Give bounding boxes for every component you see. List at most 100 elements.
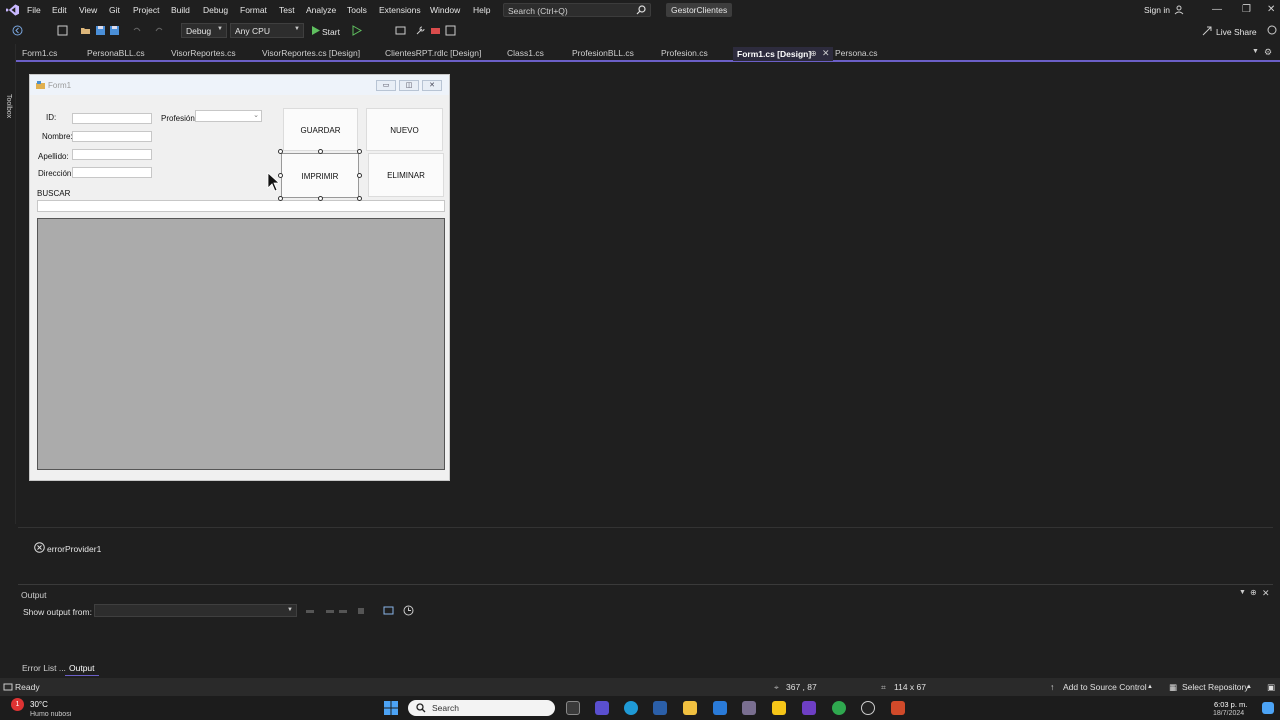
tab-visorreportes-cs[interactable]: VisorReportes.cs	[171, 48, 236, 58]
buscar-textbox[interactable]	[37, 200, 445, 212]
windows-start-icon[interactable]	[384, 701, 398, 715]
resize-handle[interactable]	[318, 196, 323, 201]
eliminar-button[interactable]: ELIMINAR	[368, 153, 444, 197]
start-button[interactable]: Start	[322, 27, 340, 37]
apellido-textbox[interactable]	[72, 149, 152, 160]
tab-profesionbll-cs[interactable]: ProfesionBLL.cs	[572, 48, 634, 58]
store-icon[interactable]	[653, 701, 667, 715]
media-player-icon[interactable]	[861, 701, 875, 715]
resize-handle[interactable]	[357, 149, 362, 154]
start-play-icon[interactable]	[310, 25, 321, 36]
mail-icon[interactable]	[713, 701, 727, 715]
solution-name-badge[interactable]: GestorClientes	[666, 3, 733, 17]
tab-form1-design[interactable]: Form1.cs [Design]	[733, 47, 833, 61]
restore-icon[interactable]: ❐	[1242, 4, 1251, 15]
menu-build[interactable]: Build	[171, 5, 190, 15]
redo-icon[interactable]	[154, 25, 165, 36]
copilot-icon[interactable]	[1262, 702, 1274, 714]
error-provider-component[interactable]: errorProvider1	[47, 544, 101, 554]
close-icon[interactable]: ✕	[1267, 4, 1275, 15]
search-input[interactable]: Search (Ctrl+Q)	[503, 3, 651, 17]
minimize-icon[interactable]: —	[1212, 4, 1222, 15]
form-close-icon[interactable]: ✕	[422, 80, 442, 91]
chrome-icon[interactable]	[832, 701, 846, 715]
navigate-back-icon[interactable]	[12, 25, 23, 36]
settings-gear-icon[interactable]: ⚙	[1264, 47, 1272, 58]
browse-icon[interactable]	[395, 25, 406, 36]
feedback-icon[interactable]	[1267, 25, 1278, 36]
tab-personabll-cs[interactable]: PersonaBLL.cs	[87, 48, 145, 58]
tab-visorreportes-design[interactable]: VisorReportes.cs [Design]	[262, 48, 360, 58]
form1-window[interactable]: Form1 ▭ ◫ ✕ ID: Nombre: Apellido: Direcc…	[29, 74, 450, 481]
save-all-icon[interactable]	[109, 25, 120, 36]
resize-handle[interactable]	[357, 173, 362, 178]
id-textbox[interactable]	[72, 113, 152, 124]
layout-icon[interactable]	[445, 25, 456, 36]
panel-close-icon[interactable]: ✕	[1262, 588, 1270, 599]
configuration-select[interactable]: Debug ▼	[181, 23, 227, 38]
menu-file[interactable]: File	[27, 5, 41, 15]
imprimir-button[interactable]: IMPRIMIR	[281, 153, 359, 198]
save-icon[interactable]	[95, 25, 106, 36]
tab-error-list[interactable]: Error List ...	[22, 663, 66, 673]
menu-debug[interactable]: Debug	[203, 5, 228, 15]
tab-list-dropdown-icon[interactable]: ▼	[1252, 48, 1259, 55]
form-maximize-icon[interactable]: ◫	[399, 80, 419, 91]
sign-in-link[interactable]: Sign in	[1144, 5, 1170, 15]
tab-clientesrpt-design[interactable]: ClientesRPT.rdlc [Design]	[385, 48, 481, 58]
data-grid-view[interactable]	[37, 218, 445, 470]
office-icon[interactable]	[891, 701, 905, 715]
tab-persona-cs[interactable]: Persona.cs	[835, 48, 878, 58]
menu-edit[interactable]: Edit	[52, 5, 67, 15]
tab-close-icon[interactable]: ✕	[822, 48, 830, 59]
weather-temp[interactable]: 30°C	[30, 700, 48, 709]
new-project-icon[interactable]	[57, 25, 68, 36]
notifications-icon[interactable]: ▣	[1267, 682, 1275, 693]
form-minimize-icon[interactable]: ▭	[376, 80, 396, 91]
resize-handle[interactable]	[278, 149, 283, 154]
platform-select[interactable]: Any CPU ▼	[230, 23, 304, 38]
app-icon[interactable]	[742, 701, 756, 715]
account-icon[interactable]	[1174, 5, 1184, 15]
weather-alert-badge[interactable]: 1	[11, 698, 24, 711]
taskbar-search[interactable]: Search	[408, 700, 555, 716]
tab-class1-cs[interactable]: Class1.cs	[507, 48, 544, 58]
tab-output[interactable]: Output	[65, 661, 99, 676]
live-share-icon[interactable]	[1202, 25, 1213, 36]
tab-form1-cs[interactable]: Form1.cs	[22, 48, 57, 58]
open-folder-icon[interactable]	[80, 25, 91, 36]
menu-project[interactable]: Project	[133, 5, 159, 15]
visual-studio-taskbar-icon[interactable]	[802, 701, 816, 715]
menu-extensions[interactable]: Extensions	[379, 5, 421, 15]
live-share-button[interactable]: Live Share	[1216, 27, 1257, 37]
resize-handle[interactable]	[278, 196, 283, 201]
visual-studio-logo-icon[interactable]	[6, 4, 19, 16]
start-without-debugging-icon[interactable]	[351, 25, 362, 36]
form-titlebar[interactable]: Form1 ▭ ◫ ✕	[30, 75, 449, 95]
panel-menu-icon[interactable]: ▼	[1239, 589, 1246, 596]
output-source-select[interactable]: ▼	[94, 604, 297, 617]
wrench-icon[interactable]	[415, 25, 426, 36]
file-explorer-icon[interactable]	[683, 701, 697, 715]
edge-browser-icon[interactable]	[624, 701, 638, 715]
direccion-textbox[interactable]	[72, 167, 152, 178]
add-to-source-control-button[interactable]: Add to Source Control	[1063, 682, 1147, 692]
clock-date[interactable]: 18/7/2024	[1213, 710, 1244, 718]
sticky-notes-icon[interactable]	[772, 701, 786, 715]
guardar-button[interactable]: GUARDAR	[283, 108, 358, 151]
undo-icon[interactable]	[131, 25, 142, 36]
menu-format[interactable]: Format	[240, 5, 267, 15]
clock-icon[interactable]	[403, 605, 414, 616]
menu-analyze[interactable]: Analyze	[306, 5, 336, 15]
toolbox-red-icon[interactable]	[430, 25, 441, 36]
teams-icon[interactable]	[595, 701, 609, 715]
resize-handle[interactable]	[318, 149, 323, 154]
profesion-combobox[interactable]: ⌄	[195, 110, 262, 122]
task-view-icon[interactable]	[566, 701, 580, 715]
resize-handle[interactable]	[357, 196, 362, 201]
pin-icon[interactable]: ⊕	[810, 49, 817, 58]
clock-time[interactable]: 6:03 p. m.	[1214, 700, 1247, 709]
nuevo-button[interactable]: NUEVO	[366, 108, 443, 151]
word-wrap-icon[interactable]	[383, 605, 394, 616]
menu-test[interactable]: Test	[279, 5, 295, 15]
